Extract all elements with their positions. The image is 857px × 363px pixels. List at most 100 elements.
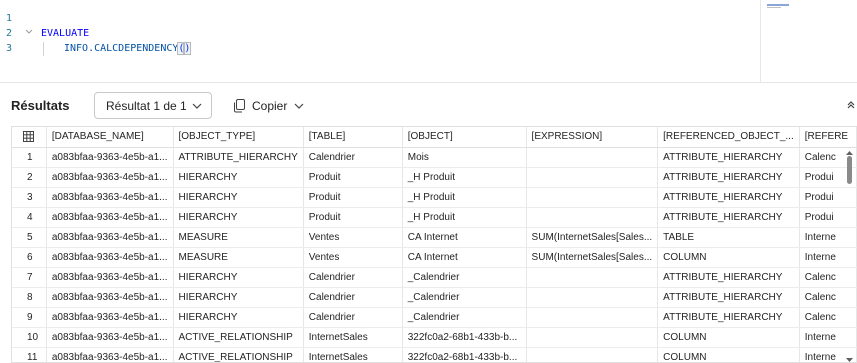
row-number[interactable]: 10 xyxy=(12,327,47,348)
table-cell[interactable]: HIERARCHY xyxy=(173,307,304,328)
table-cell[interactable]: SUM(InternetSales[Sales... xyxy=(526,247,659,268)
table-cell[interactable]: HIERARCHY xyxy=(173,287,304,308)
table-cell[interactable]: 322fc0a2-68b1-433b-b... xyxy=(402,327,527,348)
table-cell[interactable]: _Calendrier xyxy=(402,267,527,288)
table-cell[interactable]: InternetSales xyxy=(303,347,403,362)
table-cell[interactable] xyxy=(526,267,659,288)
table-cell[interactable]: a083bfaa-9363-4e5b-a1... xyxy=(46,207,174,228)
table-cell[interactable]: Produit xyxy=(303,167,403,188)
table-cell[interactable]: a083bfaa-9363-4e5b-a1... xyxy=(46,247,174,268)
table-cell[interactable]: ATTRIBUTE_HIERARCHY xyxy=(657,187,800,208)
table-cell[interactable]: HIERARCHY xyxy=(173,267,304,288)
vertical-scrollbar[interactable] xyxy=(845,150,854,363)
table-row[interactable]: 2 a083bfaa-9363-4e5b-a1... HIERARCHY Produi… xyxy=(12,167,857,188)
table-cell[interactable]: _H Produit xyxy=(402,167,527,188)
column-header[interactable]: [REFERENCED_OBJECT_... xyxy=(657,127,800,148)
table-cell[interactable]: HIERARCHY xyxy=(173,167,304,188)
table-cell[interactable]: a083bfaa-9363-4e5b-a1... xyxy=(46,287,174,308)
table-cell[interactable] xyxy=(526,307,659,328)
table-cell[interactable] xyxy=(526,147,659,168)
column-header[interactable]: [DATABASE_NAME] xyxy=(46,127,174,148)
table-cell[interactable]: a083bfaa-9363-4e5b-a1... xyxy=(46,167,174,188)
table-cell[interactable]: COLUMN xyxy=(657,327,800,348)
editor-results-divider[interactable] xyxy=(0,82,857,83)
table-cell[interactable]: ATTRIBUTE_HIERARCHY xyxy=(657,307,800,328)
table-cell[interactable]: Calendrier xyxy=(303,307,403,328)
table-cell[interactable]: MEASURE xyxy=(173,227,304,248)
table-cell[interactable]: ATTRIBUTE_HIERARCHY xyxy=(657,147,800,168)
scrollbar-thumb[interactable] xyxy=(847,156,852,184)
row-number[interactable]: 3 xyxy=(12,187,47,208)
table-cell[interactable]: a083bfaa-9363-4e5b-a1... xyxy=(46,147,174,168)
column-header[interactable]: [TABLE] xyxy=(303,127,403,148)
table-cell[interactable]: _H Produit xyxy=(402,207,527,228)
table-cell[interactable]: InternetSales xyxy=(303,327,403,348)
table-cell[interactable]: ATTRIBUTE_HIERARCHY xyxy=(657,207,800,228)
table-row[interactable]: 6 a083bfaa-9363-4e5b-a1... MEASURE Ventes CA… xyxy=(12,247,857,268)
select-all-cell[interactable] xyxy=(12,127,47,148)
table-cell[interactable]: HIERARCHY xyxy=(173,207,304,228)
table-row[interactable]: 1 a083bfaa-9363-4e5b-a1... ATTRIBUTE_HIERA… xyxy=(12,147,857,168)
table-row[interactable]: 10 a083bfaa-9363-4e5b-a1... ACTIVE_RELATIO… xyxy=(12,327,857,348)
table-cell[interactable]: COLUMN xyxy=(657,347,800,362)
table-cell[interactable]: SUM(InternetSales[Sales... xyxy=(526,227,659,248)
table-cell[interactable] xyxy=(526,187,659,208)
row-number[interactable]: 5 xyxy=(12,227,47,248)
editor-minimap[interactable] xyxy=(760,0,857,82)
table-cell[interactable]: Ventes xyxy=(303,247,403,268)
table-cell[interactable]: a083bfaa-9363-4e5b-a1... xyxy=(46,227,174,248)
column-header[interactable]: [OBJECT] xyxy=(402,127,527,148)
row-number[interactable]: 2 xyxy=(12,167,47,188)
table-cell[interactable]: 322fc0a2-68b1-433b-b... xyxy=(402,347,527,362)
collapse-arrows-icon[interactable] xyxy=(845,98,857,110)
table-cell[interactable]: ATTRIBUTE_HIERARCHY xyxy=(657,267,800,288)
query-editor[interactable]: 1 2 3 EVALUATE INFO.CALCDEPENDENCY() xyxy=(0,0,760,82)
column-header[interactable]: [OBJECT_TYPE] xyxy=(173,127,304,148)
copy-button[interactable]: Copier xyxy=(233,96,305,116)
table-cell[interactable]: ATTRIBUTE_HIERARCHY xyxy=(173,147,304,168)
table-cell[interactable]: Produit xyxy=(303,187,403,208)
table-cell[interactable]: ACTIVE_RELATIONSHIP xyxy=(173,327,304,348)
table-cell[interactable]: COLUMN xyxy=(657,247,800,268)
row-number[interactable]: 7 xyxy=(12,267,47,288)
result-set-dropdown[interactable]: Résultat 1 de 1 xyxy=(94,92,212,119)
chevron-down-icon[interactable] xyxy=(24,27,34,37)
table-cell[interactable] xyxy=(526,327,659,348)
table-cell[interactable]: ATTRIBUTE_HIERARCHY xyxy=(657,287,800,308)
table-cell[interactable]: a083bfaa-9363-4e5b-a1... xyxy=(46,187,174,208)
row-number[interactable]: 11 xyxy=(12,347,47,362)
table-cell[interactable]: _Calendrier xyxy=(402,287,527,308)
table-cell[interactable]: ACTIVE_RELATIONSHIP xyxy=(173,347,304,362)
table-cell[interactable] xyxy=(526,347,659,362)
table-cell[interactable] xyxy=(526,167,659,188)
table-cell[interactable]: Calendrier xyxy=(303,287,403,308)
table-cell[interactable]: Ventes xyxy=(303,227,403,248)
row-number[interactable]: 6 xyxy=(12,247,47,268)
table-cell[interactable]: ATTRIBUTE_HIERARCHY xyxy=(657,167,800,188)
table-cell[interactable]: _Calendrier xyxy=(402,307,527,328)
table-cell[interactable]: _H Produit xyxy=(402,187,527,208)
table-cell[interactable] xyxy=(526,287,659,308)
row-number[interactable]: 8 xyxy=(12,287,47,308)
column-header[interactable]: [EXPRESSION] xyxy=(526,127,659,148)
table-cell[interactable]: CA Internet xyxy=(402,247,527,268)
table-row[interactable]: 4 a083bfaa-9363-4e5b-a1... HIERARCHY Produi… xyxy=(12,207,857,228)
table-row[interactable]: 3 a083bfaa-9363-4e5b-a1... HIERARCHY Produi… xyxy=(12,187,857,208)
table-cell[interactable]: Mois xyxy=(402,147,527,168)
table-row[interactable]: 7 a083bfaa-9363-4e5b-a1... HIERARCHY Calend… xyxy=(12,267,857,288)
row-number[interactable]: 4 xyxy=(12,207,47,228)
table-cell[interactable] xyxy=(526,207,659,228)
row-number[interactable]: 9 xyxy=(12,307,47,328)
table-cell[interactable]: Calendrier xyxy=(303,147,403,168)
table-row[interactable]: 9 a083bfaa-9363-4e5b-a1... HIERARCHY Calend… xyxy=(12,307,857,328)
table-cell[interactable]: TABLE xyxy=(657,227,800,248)
scroll-down-arrow-icon[interactable] xyxy=(845,357,854,363)
row-number[interactable]: 1 xyxy=(12,147,47,168)
table-cell[interactable]: HIERARCHY xyxy=(173,187,304,208)
table-row[interactable]: 5 a083bfaa-9363-4e5b-a1... MEASURE Ventes CA… xyxy=(12,227,857,248)
table-row[interactable]: 8 a083bfaa-9363-4e5b-a1... HIERARCHY Calend… xyxy=(12,287,857,308)
table-cell[interactable]: a083bfaa-9363-4e5b-a1... xyxy=(46,307,174,328)
table-cell[interactable]: Calendrier xyxy=(303,267,403,288)
table-cell[interactable]: a083bfaa-9363-4e5b-a1... xyxy=(46,327,174,348)
table-cell[interactable]: MEASURE xyxy=(173,247,304,268)
